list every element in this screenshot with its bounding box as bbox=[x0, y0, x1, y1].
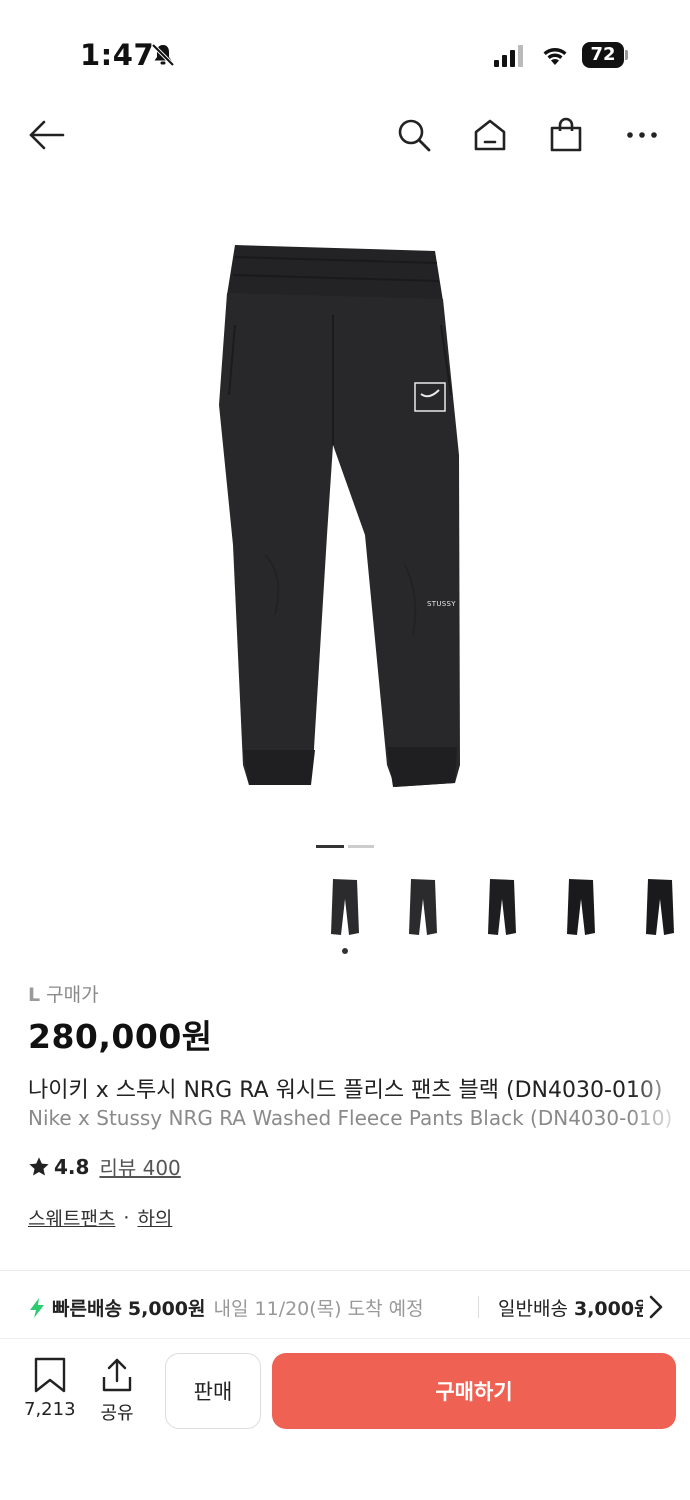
thumbnail-active-dot bbox=[342, 948, 348, 954]
shopping-bag-icon[interactable] bbox=[543, 112, 589, 158]
thumbnail-4[interactable] bbox=[543, 870, 619, 946]
thumbnail-strip bbox=[305, 870, 690, 960]
fast-shipping-label: 빠른배송 bbox=[52, 1298, 122, 1320]
thumbnail-1[interactable] bbox=[307, 870, 383, 946]
review-link[interactable]: 리뷰 400 bbox=[99, 1152, 180, 1181]
size-badge: L bbox=[28, 984, 41, 1006]
thumbnail-5[interactable] bbox=[622, 870, 690, 946]
rating-value: 4.8 bbox=[54, 1154, 90, 1179]
search-icon[interactable] bbox=[391, 112, 437, 158]
wifi-icon bbox=[540, 42, 570, 68]
bookmark-count: 7,213 bbox=[24, 1399, 76, 1420]
bell-muted-icon bbox=[150, 42, 176, 68]
bookmark-button[interactable]: 7,213 bbox=[24, 1357, 76, 1420]
pants-illustration bbox=[219, 245, 460, 787]
share-icon bbox=[102, 1358, 132, 1392]
fast-shipping-eta: 내일 11/20(목) 도착 예정 bbox=[213, 1298, 424, 1320]
logo-text: STUSSY bbox=[427, 600, 456, 608]
bookmark-icon bbox=[34, 1357, 65, 1393]
price-label: 구매가 bbox=[46, 984, 99, 1006]
category-bottoms[interactable]: 하의 bbox=[137, 1204, 172, 1231]
category-separator: · bbox=[123, 1206, 130, 1229]
battery-icon: 72 bbox=[582, 42, 628, 68]
normal-shipping-price: 3,000원 bbox=[573, 1298, 643, 1320]
fast-shipping-price: 5,000원 bbox=[127, 1298, 206, 1320]
product-title-ko: 나이키 x 스투시 NRG RA 워시드 플리스 팬츠 블랙 (DN4030-0… bbox=[28, 1078, 663, 1103]
thumbnail-2[interactable] bbox=[385, 870, 461, 946]
sell-button[interactable]: 판매 bbox=[165, 1353, 261, 1429]
lightning-icon bbox=[30, 1297, 44, 1318]
thumbnail-3[interactable] bbox=[464, 870, 540, 946]
normal-shipping[interactable]: 일반배송 3,000원 bbox=[498, 1294, 643, 1321]
signal-icon bbox=[494, 44, 524, 68]
share-label: 공유 bbox=[100, 1403, 134, 1424]
back-arrow-icon[interactable] bbox=[24, 112, 70, 158]
category-links: 스웨트팬츠 · 하의 bbox=[28, 1204, 172, 1231]
carousel-indicator bbox=[316, 845, 376, 848]
buy-button[interactable]: 구매하기 bbox=[272, 1353, 676, 1429]
chevron-right-icon[interactable] bbox=[646, 1294, 666, 1320]
category-sweatpants[interactable]: 스웨트팬츠 bbox=[28, 1204, 115, 1231]
shipping-options[interactable]: 빠른배송 5,000원 내일 11/20(목) 도착 예정 일반배송 3,000… bbox=[0, 1280, 690, 1332]
product-title-en: Nike x Stussy NRG RA Washed Fleece Pants… bbox=[28, 1106, 673, 1130]
nav-bar bbox=[0, 100, 690, 170]
star-icon bbox=[29, 1156, 49, 1176]
product-image[interactable]: STUSSY bbox=[0, 200, 690, 830]
bottom-action-bar: 7,213 공유 판매 구매하기 bbox=[0, 1338, 690, 1500]
divider bbox=[0, 1270, 690, 1271]
status-time: 1:47 bbox=[80, 38, 155, 72]
share-button[interactable]: 공유 bbox=[100, 1357, 134, 1425]
size-price-label: L 구매가 bbox=[28, 980, 99, 1007]
home-icon[interactable] bbox=[467, 112, 513, 158]
more-icon[interactable] bbox=[619, 112, 665, 158]
product-price: 280,000원 bbox=[28, 1017, 213, 1056]
fast-shipping[interactable]: 빠른배송 5,000원 내일 11/20(목) 도착 예정 bbox=[28, 1294, 424, 1321]
normal-shipping-label: 일반배송 bbox=[498, 1298, 568, 1320]
status-bar: 1:47 72 bbox=[0, 0, 690, 100]
rating-row: 4.8 리뷰 400 bbox=[28, 1152, 181, 1181]
battery-level: 72 bbox=[582, 42, 624, 68]
